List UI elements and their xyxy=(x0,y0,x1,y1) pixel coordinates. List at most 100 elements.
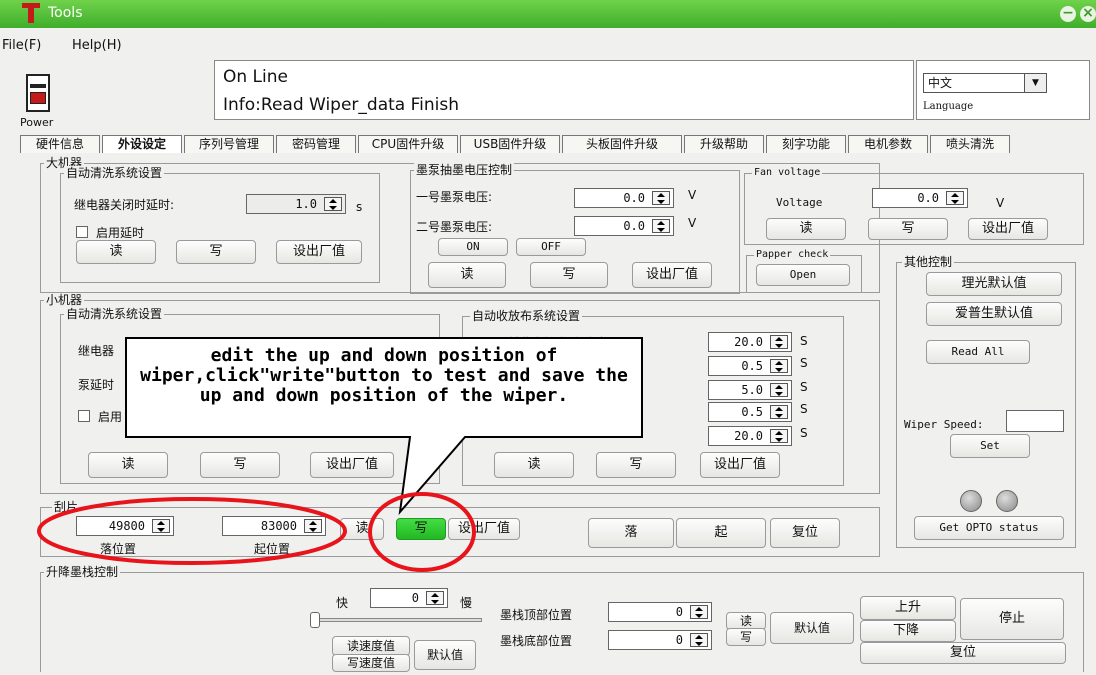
spin-icon[interactable] xyxy=(652,219,670,233)
tab-serial-management[interactable]: 序列号管理 xyxy=(184,135,274,153)
tab-usb-firmware[interactable]: USB固件升级 xyxy=(460,135,560,153)
fan-read-button[interactable]: 读 xyxy=(766,218,846,240)
power-switch-icon[interactable] xyxy=(26,74,50,112)
label-slow: 慢 xyxy=(460,596,473,610)
read-all-button[interactable]: Read All xyxy=(926,340,1030,364)
spin-icon[interactable] xyxy=(770,383,788,397)
tab-engrave[interactable]: 刻字功能 xyxy=(766,135,846,153)
window-title: Tools xyxy=(48,5,83,21)
pump-read-button[interactable]: 读 xyxy=(428,262,506,288)
read-speed-button[interactable]: 读速度值 xyxy=(332,636,410,656)
wiper-write-button[interactable]: 写 xyxy=(396,518,446,540)
feed-input-1[interactable]: 20.0 xyxy=(708,332,792,352)
spin-icon[interactable] xyxy=(324,197,342,211)
small-clean-factory-button[interactable]: 设出厂值 xyxy=(310,452,394,478)
spin-icon[interactable] xyxy=(426,591,444,605)
spin-icon[interactable] xyxy=(152,519,170,533)
tab-upgrade-help[interactable]: 升级帮助 xyxy=(684,135,764,153)
speed-slider-thumb[interactable] xyxy=(310,612,320,628)
feed-input-5[interactable]: 20.0 xyxy=(708,426,792,446)
feed-value-5: 20.0 xyxy=(734,429,763,443)
wiper-speed-set-button[interactable]: Set xyxy=(950,434,1030,458)
wiper-factory-button[interactable]: 设出厂值 xyxy=(448,518,520,540)
language-select[interactable]: 中文 ▼ xyxy=(923,73,1047,93)
pos-default-button[interactable]: 默认值 xyxy=(770,612,854,644)
pos-write-button[interactable]: 写 xyxy=(726,628,766,646)
wiper-down-input[interactable]: 49800 xyxy=(76,516,174,536)
tab-head-firmware[interactable]: 头板固件升级 xyxy=(562,135,682,153)
relay-delay-input[interactable]: 1.0 xyxy=(246,194,346,214)
spin-icon[interactable] xyxy=(770,359,788,373)
get-opto-status-button[interactable]: Get OPTO status xyxy=(914,516,1064,540)
tab-motor-params[interactable]: 电机参数 xyxy=(848,135,928,153)
pump-factory-button[interactable]: 设出厂值 xyxy=(632,262,712,288)
big-clean-factory-button[interactable]: 设出厂值 xyxy=(276,240,362,264)
top-position-input[interactable]: 0 xyxy=(608,602,712,622)
lift-reset-button[interactable]: 复位 xyxy=(860,642,1066,664)
fan-voltage-input[interactable]: 0.0 xyxy=(872,188,968,208)
pump-write-button[interactable]: 写 xyxy=(530,262,608,288)
feed-factory-button[interactable]: 设出厂值 xyxy=(700,452,780,478)
write-speed-button[interactable]: 写速度值 xyxy=(332,654,410,672)
small-clean-read-button[interactable]: 读 xyxy=(88,452,168,478)
lift-default-button[interactable]: 默认值 xyxy=(414,640,476,670)
menu-help[interactable]: Help(H) xyxy=(72,38,122,53)
wiper-reset-button[interactable]: 复位 xyxy=(770,518,840,548)
bottom-position-input[interactable]: 0 xyxy=(608,630,712,650)
wiper-read-button[interactable]: 读 xyxy=(340,518,384,540)
feed-input-3[interactable]: 5.0 xyxy=(708,380,792,400)
spin-icon[interactable] xyxy=(770,405,788,419)
lift-stop-button[interactable]: 停止 xyxy=(960,598,1064,640)
tab-head-clean[interactable]: 喷头清洗 xyxy=(930,135,1010,153)
paper-open-button[interactable]: Open xyxy=(756,264,850,286)
tab-cpu-firmware[interactable]: CPU固件升级 xyxy=(358,135,458,153)
enable-delay-checkbox[interactable] xyxy=(76,226,88,238)
wiper-rise-button[interactable]: 起 xyxy=(676,518,766,548)
feed-write-button[interactable]: 写 xyxy=(596,452,676,478)
legend-small-machine: 小机器 xyxy=(44,293,85,307)
wiper-speed-input[interactable] xyxy=(1006,410,1064,432)
close-icon[interactable]: × xyxy=(1080,6,1096,22)
feed-read-button[interactable]: 读 xyxy=(494,452,574,478)
unit-s-1: S xyxy=(800,334,808,348)
lift-speed-input[interactable]: 0 xyxy=(370,588,448,608)
pump-off-button[interactable]: OFF xyxy=(516,238,586,256)
spin-icon[interactable] xyxy=(770,335,788,349)
speed-slider-track[interactable] xyxy=(314,618,482,622)
spin-icon[interactable] xyxy=(690,633,708,647)
spin-icon[interactable] xyxy=(946,191,964,205)
tab-peripheral-settings[interactable]: 外设设定 xyxy=(102,135,182,153)
legend-auto-feed: 自动收放布系统设置 xyxy=(470,309,583,323)
spin-icon[interactable] xyxy=(770,429,788,443)
minimize-icon[interactable]: − xyxy=(1060,6,1076,22)
big-clean-write-button[interactable]: 写 xyxy=(176,240,256,264)
feed-input-4[interactable]: 0.5 xyxy=(708,402,792,422)
liguang-default-button[interactable]: 理光默认值 xyxy=(926,272,1062,296)
fan-factory-button[interactable]: 设出厂值 xyxy=(968,218,1048,240)
lift-up-button[interactable]: 上升 xyxy=(860,596,956,620)
pump1-input[interactable]: 0.0 xyxy=(574,188,674,208)
label-fast: 快 xyxy=(336,596,349,610)
epson-default-button[interactable]: 爱普生默认值 xyxy=(926,302,1062,326)
wiper-up-input[interactable]: 83000 xyxy=(222,516,326,536)
tab-password-management[interactable]: 密码管理 xyxy=(276,135,356,153)
tab-hardware-info[interactable]: 硬件信息 xyxy=(20,135,100,153)
legend-small-auto-clean: 自动清洗系统设置 xyxy=(64,307,165,321)
fan-voltage-value: 0.0 xyxy=(917,191,939,205)
menu-file[interactable]: File(F) xyxy=(2,38,41,53)
lift-down-button[interactable]: 下降 xyxy=(860,620,956,642)
feed-value-1: 20.0 xyxy=(734,335,763,349)
big-clean-read-button[interactable]: 读 xyxy=(76,240,156,264)
spin-icon[interactable] xyxy=(304,519,322,533)
small-clean-write-button[interactable]: 写 xyxy=(200,452,280,478)
bottom-position-value: 0 xyxy=(675,633,683,647)
small-enable-checkbox[interactable] xyxy=(78,410,90,422)
pump-on-button[interactable]: ON xyxy=(438,238,508,256)
spin-icon[interactable] xyxy=(652,191,670,205)
pump2-input[interactable]: 0.0 xyxy=(574,216,674,236)
feed-input-2[interactable]: 0.5 xyxy=(708,356,792,376)
wiper-fall-button[interactable]: 落 xyxy=(588,518,674,548)
spin-icon[interactable] xyxy=(690,605,708,619)
feed-value-4: 0.5 xyxy=(741,405,763,419)
fan-write-button[interactable]: 写 xyxy=(868,218,948,240)
